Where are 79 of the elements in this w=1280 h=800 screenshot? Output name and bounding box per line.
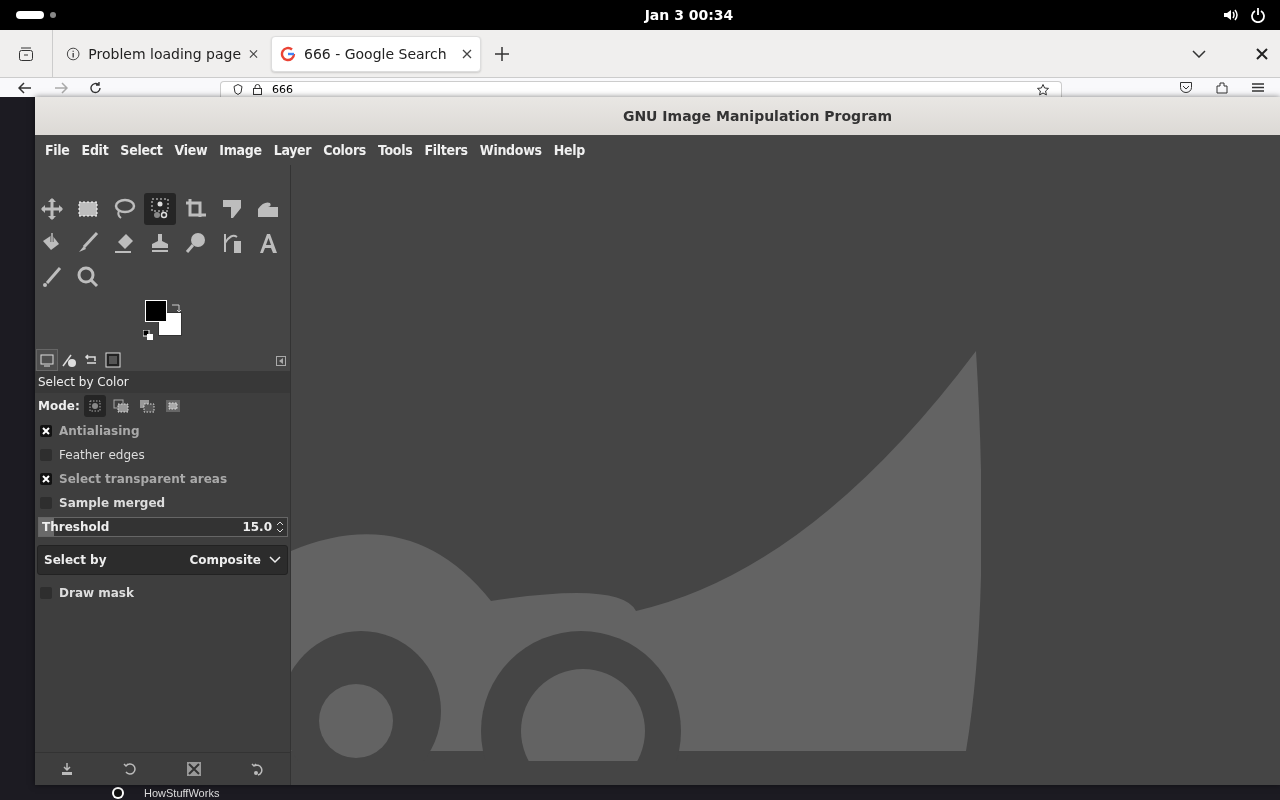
- reset-icon[interactable]: [251, 762, 266, 776]
- close-icon[interactable]: [1256, 47, 1268, 60]
- new-tab-icon[interactable]: [495, 46, 509, 61]
- bookmark-star-icon[interactable]: [1037, 83, 1049, 96]
- slider-label: Threshold: [42, 520, 110, 534]
- menu-item[interactable]: Tools: [372, 142, 419, 158]
- window-title: GNU Image Manipulation Program: [622, 108, 893, 124]
- delete-icon[interactable]: [186, 761, 203, 777]
- color-select-icon[interactable]: [148, 197, 172, 221]
- power-icon[interactable]: [1250, 7, 1266, 23]
- checkbox[interactable]: [40, 425, 52, 437]
- checkbox-label: Draw mask: [59, 586, 134, 600]
- menu-item[interactable]: Filters: [418, 142, 474, 158]
- menu-item[interactable]: Image: [213, 142, 268, 158]
- move-icon[interactable]: [40, 197, 64, 221]
- image-icon: [105, 352, 121, 368]
- add-mode-icon[interactable]: [112, 398, 129, 414]
- transform-icon[interactable]: [220, 197, 244, 221]
- intersect-mode-icon[interactable]: [164, 398, 181, 414]
- shield-icon: [233, 84, 243, 95]
- panel-title: Select by Color: [35, 371, 290, 393]
- menu-icon[interactable]: [1252, 83, 1264, 92]
- lock-icon: [253, 84, 262, 95]
- subtract-mode-icon[interactable]: [138, 398, 155, 414]
- brush-icon[interactable]: [76, 231, 100, 255]
- mode-label: Mode:: [38, 399, 80, 413]
- reset-colors-icon[interactable]: [143, 330, 153, 340]
- save-icon[interactable]: [59, 762, 74, 776]
- monitor-icon: [39, 352, 55, 368]
- restore-icon[interactable]: [122, 762, 137, 776]
- activities-indicator[interactable]: [16, 11, 44, 19]
- dock-menu-icon[interactable]: [276, 355, 286, 366]
- back-icon[interactable]: [18, 81, 32, 94]
- info-icon: [66, 45, 81, 62]
- extensions-icon[interactable]: [1216, 81, 1228, 94]
- browser-tab[interactable]: Problem loading page: [57, 35, 267, 72]
- magnifier-icon[interactable]: [76, 265, 100, 289]
- volume-icon[interactable]: [1222, 7, 1238, 23]
- menu-item[interactable]: Windows: [473, 142, 548, 158]
- checkbox-label: Sample merged: [59, 496, 166, 510]
- dropdown-label: Select by: [44, 553, 107, 567]
- checkbox-label: Feather edges: [59, 448, 145, 462]
- dropdown-value: Composite: [189, 553, 261, 567]
- browser-tab[interactable]: 666 - Google Search: [271, 35, 481, 72]
- address-bar[interactable]: 666: [220, 81, 1062, 97]
- menu-item[interactable]: File: [39, 142, 76, 158]
- color-swatches[interactable]: [145, 300, 184, 339]
- spinner-arrows-icon[interactable]: [276, 520, 284, 534]
- smudge-icon[interactable]: [184, 231, 208, 255]
- site-logo-icon: [112, 787, 124, 799]
- threshold-slider[interactable]: Threshold 15.0: [38, 517, 288, 537]
- select-by-dropdown[interactable]: Select by Composite: [37, 545, 288, 575]
- address-text: 666: [272, 83, 293, 96]
- menu-item[interactable]: Edit: [75, 142, 115, 158]
- pencil-info-icon: [61, 352, 77, 368]
- swap-arrow-icon[interactable]: [171, 303, 181, 313]
- chevron-down-icon: [269, 556, 281, 564]
- checkbox-label: Antialiasing: [59, 424, 140, 438]
- eraser-icon[interactable]: [112, 231, 136, 255]
- menu-item[interactable]: Select: [114, 142, 169, 158]
- slider-value: 15.0: [242, 520, 272, 534]
- menu-item[interactable]: Layer: [267, 142, 318, 158]
- menu-item[interactable]: Colors: [317, 142, 373, 158]
- workspace-dot: [50, 12, 56, 18]
- lasso-icon[interactable]: [112, 197, 136, 221]
- close-icon[interactable]: [462, 48, 472, 59]
- result-source[interactable]: HowStuffWorks: [144, 786, 220, 800]
- replace-mode-icon[interactable]: [86, 398, 103, 414]
- reload-icon[interactable]: [90, 81, 102, 94]
- menu-item[interactable]: View: [168, 142, 214, 158]
- pocket-icon[interactable]: [1180, 82, 1192, 93]
- menu-item[interactable]: Help: [547, 142, 591, 158]
- checkbox-label: Select transparent areas: [59, 472, 228, 486]
- dock-tab[interactable]: [103, 350, 123, 370]
- clock[interactable]: Jan 3 00:34: [644, 7, 734, 23]
- checkbox[interactable]: [40, 473, 52, 485]
- eyedropper-icon[interactable]: [40, 265, 64, 289]
- tab-list-icon[interactable]: [18, 45, 34, 62]
- chevron-down-icon[interactable]: [1192, 49, 1206, 58]
